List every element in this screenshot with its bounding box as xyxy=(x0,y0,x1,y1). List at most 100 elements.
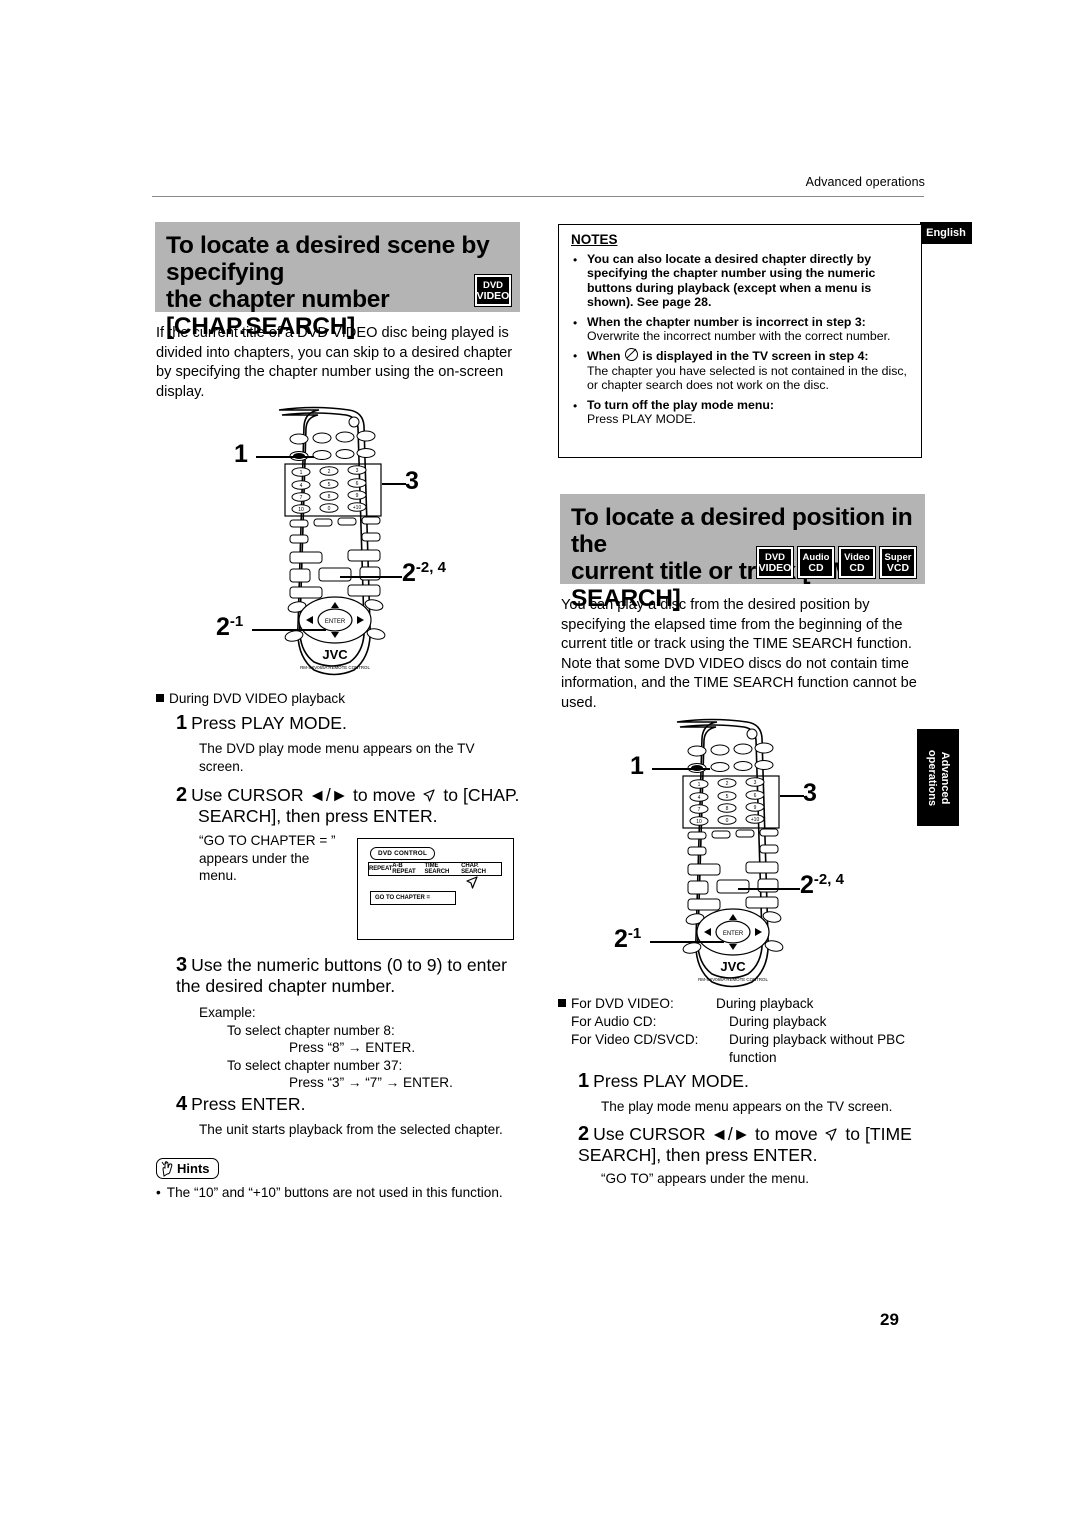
section1-step-3-example: Example: To select chapter number 8: Pre… xyxy=(199,1005,453,1090)
page-number: 29 xyxy=(880,1310,899,1329)
notes-list: • You can also locate a desired chapter … xyxy=(571,252,909,426)
svg-text:0: 0 xyxy=(726,818,729,824)
svg-text:6: 6 xyxy=(754,793,757,799)
callout-3-leader-remote1 xyxy=(382,483,406,485)
section2-step-1-detail: The play mode menu appears on the TV scr… xyxy=(601,1099,893,1114)
osd-item-repeat: REPEAT xyxy=(369,866,393,872)
osd-item-chap-search: CHAP. SEARCH xyxy=(461,863,486,875)
svg-text:7: 7 xyxy=(300,495,303,501)
section1-disc-badges: DVD VIDEO xyxy=(474,274,512,307)
cursor-pointer-icon xyxy=(824,1128,837,1141)
svg-text:3: 3 xyxy=(754,780,757,786)
svg-text:1: 1 xyxy=(300,470,303,476)
hand-icon xyxy=(161,1161,173,1177)
remote-model-1: RM-SXV065A REMOTE CONTROL xyxy=(300,665,370,670)
section2-conditions: For DVD VIDEO: During playback For Audio … xyxy=(558,995,928,1067)
section1-condition: During DVD VIDEO playback xyxy=(156,690,345,708)
remote-model-2: RM-SXV065A REMOTE CONTROL xyxy=(698,977,768,982)
svg-text:8: 8 xyxy=(328,494,331,500)
callout-2-2-leader-remote2 xyxy=(738,888,800,890)
prohibited-icon xyxy=(624,348,638,362)
section1-heading-banner: To locate a desired scene by specifying … xyxy=(155,222,520,340)
condition-label-audio-cd: For Audio CD: xyxy=(571,1014,657,1029)
svg-text:ENTER: ENTER xyxy=(723,931,744,937)
hints-block: Hints • The “10” and “+10” buttons are no… xyxy=(156,1158,503,1200)
condition-label-video-cd: For Video CD/SVCD: xyxy=(571,1032,699,1047)
callout-1-remote2: 1 xyxy=(630,752,644,780)
osd-item-time-search: TIME SEARCH xyxy=(424,863,450,875)
side-tab-line2: operations xyxy=(926,749,938,806)
callout-2-2-leader-remote1 xyxy=(340,576,402,578)
hints-item: • The “10” and “+10” buttons are not used… xyxy=(156,1185,503,1200)
svg-text:9: 9 xyxy=(356,493,359,499)
callout-2-1-remote1: 2 -1 xyxy=(216,613,244,641)
section1-step-2-detail: “GO TO CHAPTER = ” appears under the men… xyxy=(199,833,336,883)
note-bold-text: To turn off the play mode menu: xyxy=(587,397,774,412)
section1-step-2: 2 Use CURSOR ◄/► to move to [CHAP. SEARCH]… xyxy=(176,784,520,827)
svg-text:8: 8 xyxy=(726,806,729,812)
bullet-icon: • xyxy=(573,398,578,413)
svg-text:+10: +10 xyxy=(353,505,362,511)
section1-step-1-detail: The DVD play mode menu appears on the TV… xyxy=(199,741,475,774)
cursor-keys-label: ◄/► xyxy=(308,785,349,805)
callout-2-1-leader-remote1 xyxy=(252,629,326,631)
cursor-pointer-icon xyxy=(422,789,435,802)
svg-text:7: 7 xyxy=(698,807,701,813)
notes-title: NOTES xyxy=(571,232,618,247)
svg-text:10: 10 xyxy=(298,507,304,513)
section1-step-3: 3 Use the numeric buttons (0 to 9) to ent… xyxy=(176,954,507,997)
osd-item-ab-repeat: A-B REPEAT xyxy=(392,863,416,875)
badge-audio-cd-icon: Audio CD xyxy=(797,546,835,579)
bullet-icon: • xyxy=(573,253,578,267)
note-bold-text: You can also locate a desired chapter di… xyxy=(587,252,876,310)
svg-text:5: 5 xyxy=(726,794,729,800)
svg-text:6: 6 xyxy=(356,481,359,487)
bullet-icon: • xyxy=(573,349,578,364)
callout-3-remote1: 3 xyxy=(405,467,419,495)
osd-menu-title: DVD CONTROL xyxy=(370,847,436,860)
osd-goto-chapter-field: GO TO CHAPTER = xyxy=(370,891,456,905)
svg-text:0: 0 xyxy=(328,506,331,512)
remote-svg: 123 456 789 10 0 +10 ENTER JVC RM-SXV065… xyxy=(278,406,386,676)
side-tab-advanced-operations: Advanced operations xyxy=(917,729,959,826)
callout-2-2-remote2: 2 -2, 4 xyxy=(800,871,844,899)
svg-text:4: 4 xyxy=(300,483,303,489)
remote-control-illustration-1: 1 2 3 4 5 6 7 8 9 10 0 +10 ENTER JVC RM-SXV065… xyxy=(214,404,484,676)
bullet-icon: • xyxy=(156,1185,161,1200)
section1-heading-line1: To locate a desired scene by specifying xyxy=(166,232,490,286)
svg-text:2: 2 xyxy=(328,469,331,475)
hints-label: Hints xyxy=(177,1161,210,1176)
hints-badge: Hints xyxy=(156,1158,219,1179)
square-bullet-icon xyxy=(558,999,566,1007)
remote-svg: 123 456 789 10 0 +10 ENTER JVC RM-SXV065… xyxy=(676,718,784,988)
badge-super-vcd-icon: Super VCD xyxy=(879,546,917,579)
svg-text:10: 10 xyxy=(696,819,702,825)
callout-2-1-remote2: 2 -1 xyxy=(614,925,642,953)
condition-value-video-cd: During playback without PBC xyxy=(729,1032,906,1047)
section2-step-2: 2 Use CURSOR ◄/► to move to [TIME SEARCH],… xyxy=(578,1123,912,1166)
callout-2-1-leader-remote2 xyxy=(650,941,724,943)
header-rule xyxy=(152,196,924,197)
side-tab-line1: Advanced xyxy=(939,751,951,804)
section2-heading-banner: To locate a desired position in the curr… xyxy=(560,494,925,612)
svg-text:5: 5 xyxy=(328,482,331,488)
note-normal-text: Press PLAY MODE. xyxy=(587,412,696,427)
callout-1-leader-remote2 xyxy=(652,768,710,770)
condition-value-dvd: During playback xyxy=(716,996,814,1011)
note-item: • To turn off the play mode menu: Press … xyxy=(571,398,909,427)
remote-brand-2: JVC xyxy=(720,959,746,974)
section2-step-2-detail: “GO TO” appears under the menu. xyxy=(601,1171,810,1186)
note-bold-text: When is displayed in the TV screen in st… xyxy=(587,348,909,363)
language-tab: English xyxy=(920,222,972,244)
callout-1-remote1: 1 xyxy=(234,440,248,468)
section2-step-1: 1 Press PLAY MODE. xyxy=(578,1070,749,1092)
section1-step-1: 1 Press PLAY MODE. xyxy=(176,712,347,734)
note-item: • When is displayed in the TV screen in … xyxy=(571,348,909,392)
notes-box: NOTES • You can also locate a desired ch… xyxy=(558,224,922,458)
section2-disc-badges: DVD VIDEO Audio CD Video CD Super VCD xyxy=(756,546,917,579)
remote-control-illustration-2: 123 456 789 10 0 +10 ENTER JVC RM-SXV065… xyxy=(612,716,882,988)
manual-page: Advanced operations English Advanced ope… xyxy=(0,0,1080,1528)
note-bold-text: When the chapter number is incorrect in … xyxy=(587,314,866,329)
svg-text:2: 2 xyxy=(726,781,729,787)
osd-cursor-pointer-icon xyxy=(466,876,478,889)
